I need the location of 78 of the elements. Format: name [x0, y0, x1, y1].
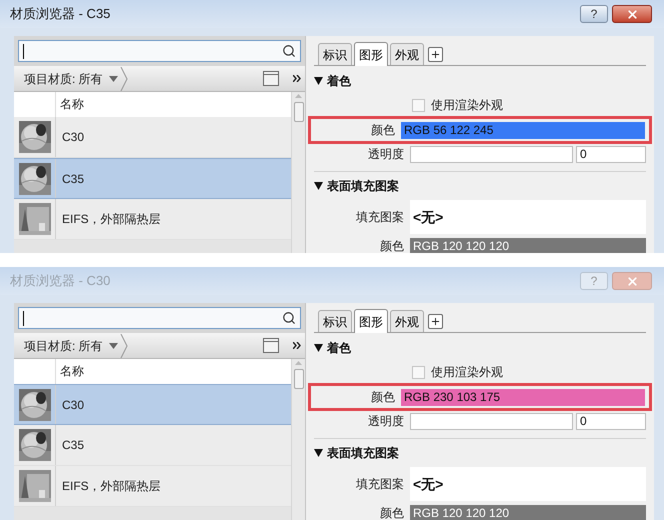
material-name: C30: [61, 396, 84, 414]
help-button[interactable]: ?: [580, 5, 608, 23]
tab[interactable]: 标识: [318, 43, 352, 65]
material-row[interactable]: EIFS，外部隔热层: [14, 199, 291, 240]
expand-chevrons-icon[interactable]: [293, 342, 301, 349]
close-button[interactable]: [612, 5, 652, 23]
tab[interactable]: 外观: [390, 43, 424, 65]
color-field[interactable]: RGB 120 120 120: [410, 504, 646, 520]
material-name: C30: [61, 129, 84, 146]
fill-pattern-field[interactable]: <无>: [410, 467, 646, 501]
section-title: 着色: [327, 73, 351, 90]
color-field[interactable]: RGB 56 122 245: [401, 122, 645, 138]
checkbox[interactable]: [412, 366, 425, 378]
scrollbar[interactable]: [291, 92, 305, 253]
material-name: C35: [61, 437, 84, 454]
section-title: 表面填充图案: [327, 178, 399, 195]
close-icon: [626, 274, 638, 288]
field-label: 填充图案: [355, 209, 405, 226]
plus-icon: [430, 49, 441, 60]
material-row[interactable]: C35: [14, 158, 291, 199]
checkbox[interactable]: [412, 98, 425, 112]
field-label: 颜色: [379, 505, 405, 520]
add-tab-button[interactable]: [428, 314, 443, 329]
field-label: 颜色: [370, 389, 396, 406]
color-field[interactable]: RGB 120 120 120: [410, 238, 646, 253]
column-header[interactable]: 名称: [56, 92, 84, 117]
field-label: 颜色: [370, 122, 396, 139]
material-name: EIFS，外部隔热层: [61, 478, 161, 495]
scrollbar[interactable]: [291, 359, 305, 520]
tab[interactable]: 图形: [354, 42, 388, 66]
search-icon: [282, 311, 296, 325]
material-row[interactable]: C30: [14, 117, 291, 158]
dropdown-caret-icon: [108, 76, 118, 82]
color-field[interactable]: RGB 230 103 175: [401, 388, 645, 406]
collapse-triangle-icon[interactable]: [314, 344, 323, 352]
expand-chevrons-icon[interactable]: [293, 75, 301, 82]
fill-pattern-field[interactable]: <无>: [410, 200, 646, 234]
scroll-up-icon: [295, 94, 302, 98]
filter-dropdown[interactable]: 项目材质: 所有: [24, 336, 103, 354]
collapse-triangle-icon[interactable]: [314, 77, 323, 85]
panel-view-icon[interactable]: [263, 71, 279, 86]
collapse-triangle-icon[interactable]: [314, 449, 323, 457]
material-name: C35: [61, 170, 84, 188]
window-title: 材质浏览器 - C30: [10, 272, 110, 290]
section-title: 着色: [327, 340, 351, 357]
dropdown-caret-icon: [108, 342, 118, 348]
transparency-field[interactable]: 0: [576, 146, 646, 162]
field-label: 透明度: [367, 146, 405, 163]
plus-icon: [430, 316, 441, 327]
scroll-up-icon: [295, 361, 302, 365]
collapse-triangle-icon[interactable]: [314, 182, 323, 190]
tab[interactable]: 外观: [390, 310, 424, 332]
field-label: 颜色: [379, 238, 405, 253]
search-field[interactable]: [18, 40, 301, 62]
breadcrumb-chevron-icon: [120, 66, 128, 90]
field-label: 透明度: [367, 413, 405, 430]
field-label: 填充图案: [355, 476, 405, 493]
section-title: 表面填充图案: [327, 445, 399, 462]
material-row[interactable]: C30: [14, 384, 291, 425]
material-row[interactable]: C35: [14, 425, 291, 466]
panel-view-icon[interactable]: [263, 338, 279, 353]
scroll-thumb: [294, 102, 304, 122]
window-title: 材质浏览器 - C35: [10, 5, 110, 24]
breadcrumb-chevron-icon: [120, 334, 128, 358]
tab[interactable]: 标识: [318, 310, 352, 332]
material-name: EIFS，外部隔热层: [61, 211, 161, 228]
close-icon: [626, 8, 638, 20]
tab[interactable]: 图形: [354, 309, 388, 333]
add-tab-button[interactable]: [428, 47, 443, 62]
transparency-field[interactable]: 0: [576, 412, 646, 430]
filter-dropdown[interactable]: 项目材质: 所有: [24, 70, 103, 88]
scroll-thumb: [294, 369, 304, 389]
column-header[interactable]: 名称: [56, 359, 84, 384]
search-field[interactable]: [18, 307, 301, 329]
search-icon: [282, 44, 296, 58]
checkbox-label: 使用渲染外观: [431, 364, 503, 381]
checkbox-label: 使用渲染外观: [431, 97, 503, 114]
material-row[interactable]: EIFS，外部隔热层: [14, 466, 291, 507]
